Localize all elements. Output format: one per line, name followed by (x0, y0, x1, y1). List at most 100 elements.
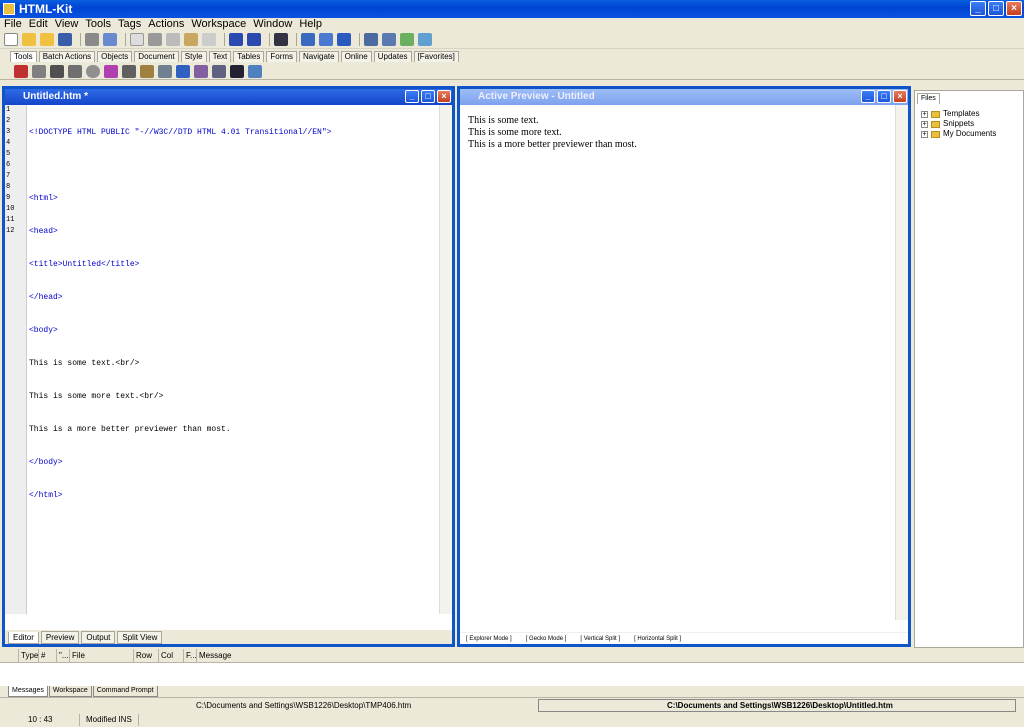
tab-forms[interactable]: Forms (266, 51, 298, 62)
validate-icon[interactable] (248, 64, 262, 78)
menu-view[interactable]: View (55, 18, 79, 31)
expand-icon[interactable]: + (921, 130, 928, 138)
menu-workspace[interactable]: Workspace (191, 18, 246, 31)
find-icon[interactable] (274, 33, 288, 46)
menu-window[interactable]: Window (253, 18, 292, 31)
tree-item-snippets[interactable]: + Snippets (921, 119, 996, 129)
vertical-split-button[interactable]: [ Vertical Split ] (580, 633, 620, 644)
split-icon[interactable] (319, 33, 333, 46)
code-line[interactable]: This is some text.<br/> (29, 358, 331, 369)
table-icon[interactable] (212, 64, 226, 78)
editor-scrollbar[interactable] (439, 105, 452, 614)
save-icon[interactable] (58, 33, 72, 46)
open-folder-icon[interactable] (22, 33, 36, 46)
menu-help[interactable]: Help (299, 18, 322, 31)
tab-batch-actions[interactable]: Batch Actions (38, 51, 96, 62)
code-line[interactable]: This is a more better previewer than mos… (29, 424, 331, 435)
code-line[interactable]: <title>Untitled</title> (29, 259, 331, 270)
id-icon[interactable] (230, 64, 244, 78)
preview-window-icon[interactable] (364, 33, 378, 46)
code-line[interactable]: This is some more text.<br/> (29, 391, 331, 402)
color-icon[interactable] (176, 64, 190, 78)
col-file[interactable]: File (69, 649, 133, 662)
tab-tables[interactable]: Tables (233, 51, 265, 62)
code-editor[interactable]: <!DOCTYPE HTML PUBLIC "-//W3C//DTD HTML … (29, 105, 331, 523)
new-file-icon[interactable] (4, 33, 18, 46)
messages-list[interactable] (0, 662, 1024, 686)
menu-edit[interactable]: Edit (29, 18, 48, 31)
calculator-icon[interactable] (122, 64, 136, 78)
editor-maximize-button[interactable]: □ (421, 90, 435, 103)
tab-style[interactable]: Style (180, 51, 207, 62)
delete-icon[interactable] (202, 33, 216, 46)
expand-icon[interactable]: + (921, 110, 928, 118)
script-icon[interactable] (140, 64, 154, 78)
paste-icon[interactable] (184, 33, 198, 46)
redo-icon[interactable] (247, 33, 261, 46)
publish-icon[interactable] (103, 33, 117, 46)
copy-icon[interactable] (166, 33, 180, 46)
maximize-button[interactable]: □ (988, 1, 1004, 16)
refresh-icon[interactable] (400, 33, 414, 46)
menu-actions[interactable]: Actions (148, 18, 184, 31)
tab-navigate[interactable]: Navigate (299, 51, 339, 62)
horizontal-split-button[interactable]: [ Horizontal Split ] (634, 633, 681, 644)
col-flag[interactable]: "... (56, 649, 69, 662)
tab-split-view[interactable]: Split View (117, 631, 163, 644)
col-row[interactable]: Row (133, 649, 158, 662)
format-icon[interactable] (158, 64, 172, 78)
options-icon[interactable] (418, 33, 432, 46)
smiley-tool-icon[interactable] (86, 64, 100, 78)
files-tab[interactable]: Files (917, 93, 940, 104)
tab-favorites[interactable]: [Favorites] (413, 51, 459, 62)
tab-workspace[interactable]: Workspace (48, 686, 92, 697)
tree-item-my-documents[interactable]: + My Documents (921, 129, 996, 139)
code-line[interactable]: </html> (29, 490, 331, 501)
layout-icon[interactable] (301, 33, 315, 46)
editor-close-button[interactable]: × (437, 90, 451, 103)
tab-updates[interactable]: Updates (373, 51, 412, 62)
code-line[interactable]: </body> (29, 457, 331, 468)
col-number[interactable]: # (38, 649, 56, 662)
expand-icon[interactable]: + (921, 120, 928, 128)
code-line[interactable]: </head> (29, 292, 331, 303)
help-icon[interactable] (337, 33, 351, 46)
tab-output[interactable]: Output (81, 631, 116, 644)
text-tool-icon[interactable] (104, 64, 118, 78)
code-line[interactable]: <head> (29, 226, 331, 237)
preview-scrollbar[interactable] (895, 105, 908, 620)
code-line[interactable]: <!DOCTYPE HTML PUBLIC "-//W3C//DTD HTML … (29, 127, 331, 138)
preview-close-button[interactable]: × (893, 90, 907, 103)
editor-minimize-button[interactable]: _ (405, 90, 419, 103)
select-icon[interactable] (130, 33, 144, 46)
tab-document[interactable]: Document (134, 51, 179, 62)
tab-preview[interactable]: Preview (40, 631, 80, 644)
equals-tool-icon[interactable] (68, 64, 82, 78)
tab-command-prompt[interactable]: Command Prompt (92, 686, 158, 697)
browser-icon[interactable] (382, 33, 396, 46)
link-tool-icon[interactable] (32, 64, 46, 78)
tab-editor[interactable]: Editor (8, 632, 39, 644)
preview-minimize-button[interactable]: _ (861, 90, 875, 103)
explorer-mode-button[interactable]: [ Explorer Mode ] (466, 633, 512, 644)
tag-tool-icon[interactable] (50, 64, 64, 78)
print-icon[interactable] (85, 33, 99, 46)
cut-icon[interactable] (148, 33, 162, 46)
preview-maximize-button[interactable]: □ (877, 90, 891, 103)
menu-file[interactable]: File (4, 18, 22, 31)
code-line[interactable]: <body> (29, 325, 331, 336)
tab-objects[interactable]: Objects (97, 51, 133, 62)
undo-icon[interactable] (229, 33, 243, 46)
col-type[interactable]: Type (18, 649, 38, 662)
tree-item-templates[interactable]: + Templates (921, 109, 996, 119)
gecko-mode-button[interactable]: [ Gecko Mode ] (526, 633, 567, 644)
tab-tools[interactable]: Tools (10, 51, 37, 62)
pen-tool-icon[interactable] (14, 64, 28, 78)
tab-online[interactable]: Online (340, 51, 372, 62)
code-line[interactable]: <html> (29, 193, 331, 204)
close-button[interactable]: × (1006, 1, 1022, 16)
col-message[interactable]: Message (196, 649, 796, 662)
spell-icon[interactable] (194, 64, 208, 78)
menu-tags[interactable]: Tags (118, 18, 141, 31)
code-line[interactable] (29, 160, 331, 171)
